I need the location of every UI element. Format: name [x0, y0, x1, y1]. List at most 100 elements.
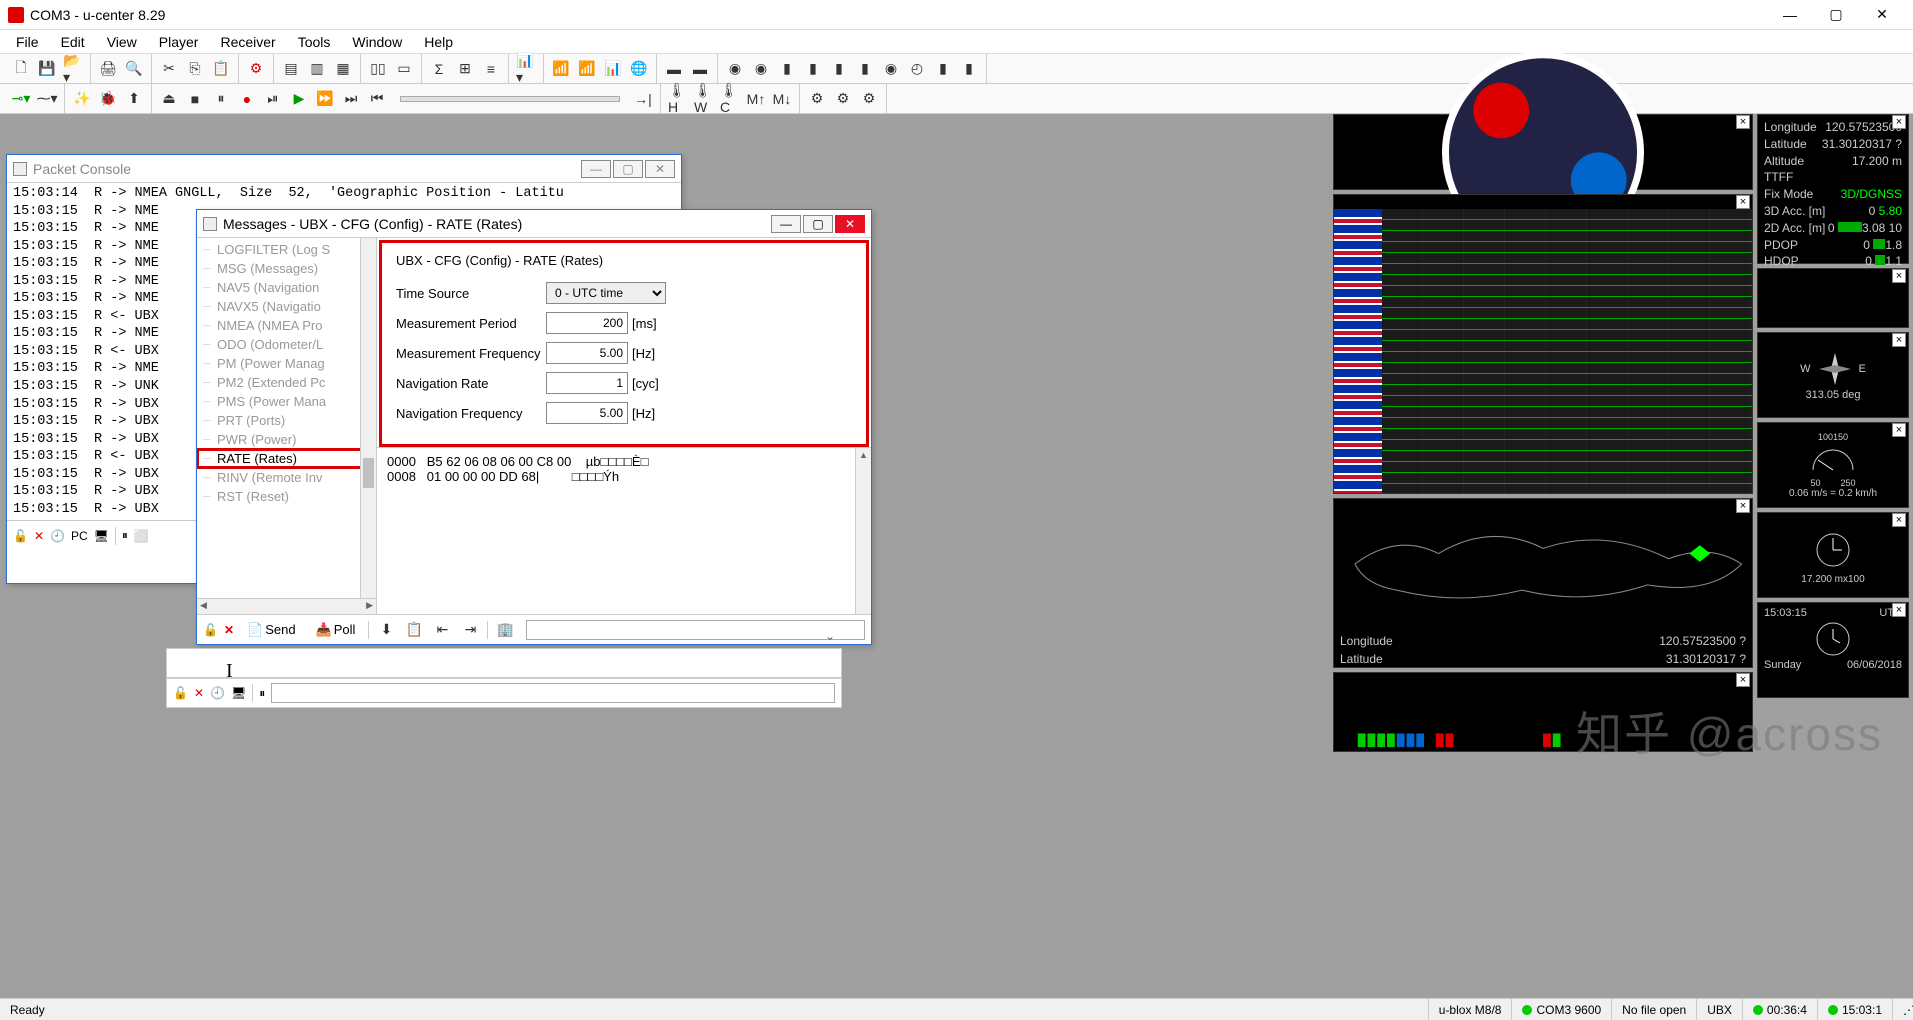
speed-dock[interactable]: × 100150 50250 0.06 m/s = 0.2 km/h	[1757, 422, 1909, 508]
sig3-icon[interactable]: 📊	[602, 58, 624, 80]
message-tree[interactable]: LOGFILTER (Log SMSG (Messages)NAV5 (Navi…	[197, 238, 377, 614]
tree-item[interactable]: RINV (Remote Inv	[197, 468, 376, 487]
lock-icon[interactable]: 🔓	[203, 623, 218, 637]
view2-icon[interactable]: ▥	[306, 58, 328, 80]
editor-input[interactable]	[271, 683, 835, 703]
pause-icon[interactable]: ⏸	[210, 88, 232, 110]
menu-edit[interactable]: Edit	[51, 32, 95, 52]
poll-button[interactable]: 📥Poll	[309, 619, 363, 641]
close-icon[interactable]: ×	[1892, 269, 1906, 283]
record-icon[interactable]: ●	[236, 88, 258, 110]
chevron-down-icon[interactable]: ⌄	[825, 629, 835, 643]
play-icon[interactable]: ▶	[288, 88, 310, 110]
grid-icon[interactable]: ⊞	[454, 58, 476, 80]
preview-icon[interactable]: 🔍	[123, 58, 145, 80]
close-icon[interactable]: ×	[1736, 195, 1750, 209]
baud-icon[interactable]: ⁓▾	[36, 88, 58, 110]
close-icon[interactable]: ×	[1892, 603, 1906, 617]
tool-icon[interactable]: ⚙	[245, 58, 267, 80]
g6-icon[interactable]: ▮	[854, 58, 876, 80]
hot-icon[interactable]: 🌡H	[667, 88, 689, 110]
send-button[interactable]: 📄Send	[240, 619, 303, 641]
cold-icon[interactable]: 🌡C	[719, 88, 741, 110]
menu-window[interactable]: Window	[342, 32, 412, 52]
sig1-icon[interactable]: 📶	[550, 58, 572, 80]
close-icon[interactable]: ×	[1892, 333, 1906, 347]
ffw-icon[interactable]: ⏭	[340, 88, 362, 110]
wand-icon[interactable]: ✨	[71, 88, 93, 110]
m1-icon[interactable]: M↑	[745, 88, 767, 110]
tree-item[interactable]: PRT (Ports)	[197, 411, 376, 430]
clock-icon[interactable]: 🕘	[50, 529, 65, 543]
stop-icon[interactable]: ■	[184, 88, 206, 110]
print-icon[interactable]: 🖨	[97, 58, 119, 80]
g7-icon[interactable]: ◉	[880, 58, 902, 80]
close-button[interactable]: ✕	[1859, 0, 1905, 30]
t2-icon[interactable]: 📋	[403, 619, 425, 641]
delete-icon[interactable]: ✕	[224, 623, 234, 637]
pause2-icon[interactable]: ⏸	[122, 528, 128, 543]
clock-icon[interactable]: 🕘	[210, 686, 225, 700]
mon-icon[interactable]: 🖥	[94, 529, 109, 543]
tree-item[interactable]: PM2 (Extended Pc	[197, 373, 376, 392]
skyview-dock[interactable]: × S137	[1333, 114, 1753, 190]
tree-item[interactable]: PM (Power Manag	[197, 354, 376, 373]
tree-item[interactable]: PMS (Power Mana	[197, 392, 376, 411]
layout2-icon[interactable]: ▭	[393, 58, 415, 80]
msg-input[interactable]	[526, 620, 865, 640]
nav-freq-input[interactable]	[546, 402, 628, 424]
lock-icon[interactable]: 🔓	[173, 686, 188, 700]
eject-icon[interactable]: ⏏	[158, 88, 180, 110]
seek-slider[interactable]	[400, 96, 620, 102]
t3-icon[interactable]: ⇤	[431, 619, 453, 641]
t4-icon[interactable]: ⇥	[459, 619, 481, 641]
end-icon[interactable]: →|	[632, 88, 654, 110]
maximize-button[interactable]: ▢	[1813, 0, 1859, 30]
close-icon[interactable]: ×	[1736, 499, 1750, 513]
tree-vscrollbar[interactable]	[360, 238, 376, 598]
menu-file[interactable]: File	[6, 32, 49, 52]
open-icon[interactable]: 📂▾	[62, 58, 84, 80]
menu-tools[interactable]: Tools	[288, 32, 341, 52]
menu-player[interactable]: Player	[149, 32, 209, 52]
satellite-dock[interactable]: ×	[1333, 672, 1753, 752]
t1-icon[interactable]: ⬇	[375, 619, 397, 641]
close-icon[interactable]: ×	[1892, 513, 1906, 527]
close-icon[interactable]: ×	[1892, 423, 1906, 437]
delete-icon[interactable]: ✕	[194, 686, 204, 700]
text-icon[interactable]: ≡	[480, 58, 502, 80]
tree-item[interactable]: NMEA (NMEA Pro	[197, 316, 376, 335]
save-icon[interactable]: 💾	[36, 58, 58, 80]
pc-minimize-button[interactable]: ―	[581, 160, 611, 178]
compass-dock[interactable]: × WE 313.05 deg	[1757, 332, 1909, 418]
mon-icon[interactable]: 🖥	[231, 686, 246, 700]
close-icon[interactable]: ×	[1736, 115, 1750, 129]
sig4-icon[interactable]: 🌐	[628, 58, 650, 80]
warm-icon[interactable]: 🌡W	[693, 88, 715, 110]
tree-hscrollbar[interactable]: ◀▶	[197, 598, 376, 614]
g3-icon[interactable]: ▮	[776, 58, 798, 80]
panel2-icon[interactable]: ▬	[689, 58, 711, 80]
msg-minimize-button[interactable]: ―	[771, 215, 801, 233]
menu-receiver[interactable]: Receiver	[210, 32, 285, 52]
msg-close-button[interactable]: ✕	[835, 215, 865, 233]
g5-icon[interactable]: ▮	[828, 58, 850, 80]
g1-icon[interactable]: ◉	[724, 58, 746, 80]
g10-icon[interactable]: ▮	[958, 58, 980, 80]
info-dock[interactable]: × Longitude120.57523500 Latitude31.30120…	[1757, 114, 1909, 264]
cut-icon[interactable]: ✂	[158, 58, 180, 80]
tree-item[interactable]: RATE (Rates)	[197, 449, 376, 468]
gear3-icon[interactable]: ⚙	[858, 88, 880, 110]
pc-maximize-button[interactable]: ▢	[613, 160, 643, 178]
g8-icon[interactable]: ◴	[906, 58, 928, 80]
pc-icon[interactable]: PC	[71, 529, 88, 543]
tree-item[interactable]: PWR (Power)	[197, 430, 376, 449]
g4-icon[interactable]: ▮	[802, 58, 824, 80]
new-icon[interactable]: 🗋	[10, 58, 32, 80]
signal-dock[interactable]: ×	[1333, 194, 1753, 494]
tree-item[interactable]: NAV5 (Navigation	[197, 278, 376, 297]
step-icon[interactable]: ⏯	[262, 88, 284, 110]
tree-item[interactable]: MSG (Messages)	[197, 259, 376, 278]
altitude-dock[interactable]: × 17.200 mx100	[1757, 512, 1909, 598]
tree-item[interactable]: LOGFILTER (Log S	[197, 240, 376, 259]
